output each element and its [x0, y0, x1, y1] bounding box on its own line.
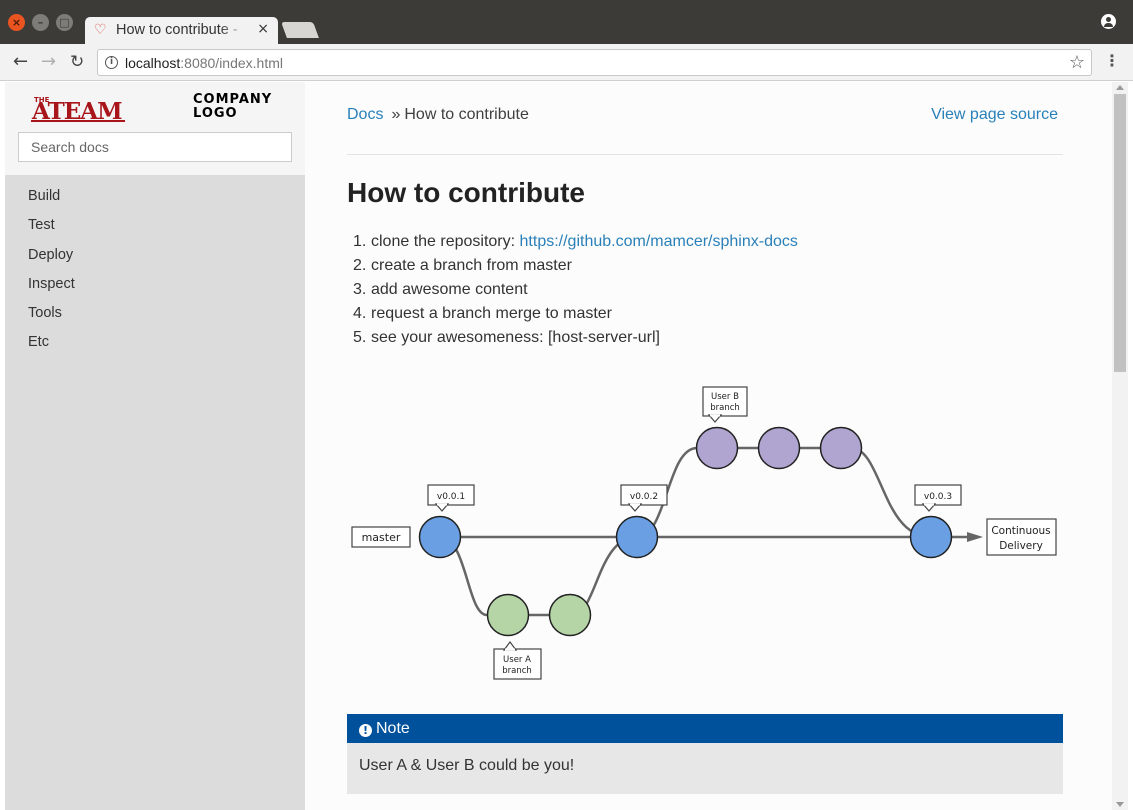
window-close-button[interactable]: ×: [8, 14, 25, 31]
scrollbar-thumb[interactable]: [1114, 94, 1126, 372]
step-number: 5.: [353, 329, 367, 346]
user-a-label-line1: User A: [503, 655, 531, 665]
user-b-commit: [819, 426, 863, 470]
reload-icon[interactable]: ↻: [70, 51, 84, 73]
browser-tab[interactable]: ♡ How to contribute - ×: [85, 17, 278, 44]
step-text: see your awesomeness: [host-server-url]: [371, 329, 660, 346]
note-body: User A & User B could be you!: [359, 757, 575, 774]
exclamation-circle-icon: !: [359, 724, 372, 737]
breadcrumb-docs-link[interactable]: Docs: [347, 106, 383, 123]
vertical-scrollbar[interactable]: [1112, 82, 1128, 810]
url-host: localhost: [125, 55, 181, 71]
tag-label: v0.0.1: [437, 492, 465, 502]
commits: [418, 426, 953, 637]
note-header: ! Note: [347, 714, 1063, 743]
master-commit-v001: [418, 515, 462, 559]
new-tab-button[interactable]: [281, 22, 319, 38]
address-bar[interactable]: i localhost:8080/index.html ☆: [97, 49, 1092, 76]
user-a-commit: [548, 593, 592, 637]
step-number: 1.: [353, 233, 367, 250]
step-text: add awesome content: [371, 281, 528, 298]
step-number: 2.: [353, 257, 367, 274]
list-item: 2. create a branch from master: [353, 256, 798, 280]
browser-toolbar: ← → ↻ i localhost:8080/index.html ☆ ⋮: [0, 44, 1133, 81]
breadcrumb-current: How to contribute: [404, 106, 529, 123]
list-item: 1. clone the repository: https://github.c…: [353, 232, 798, 256]
git-flow-diagram: master v0.0.1 v0.0.2 v0.0.3 User B branc…: [351, 386, 1057, 680]
window-titlebar: × – □ ♡ How to contribute - ×: [0, 0, 1133, 44]
tag-label: v0.0.3: [924, 492, 952, 502]
profile-icon[interactable]: [1101, 14, 1116, 29]
url-text[interactable]: localhost:8080/index.html: [125, 55, 283, 71]
note-title: Note: [376, 720, 410, 737]
page-viewport: THE ATEAM COMPANY LOGO Build Test Deploy…: [0, 82, 1133, 810]
window-minimize-button[interactable]: –: [32, 14, 49, 31]
sidebar-item-etc[interactable]: Etc: [5, 332, 305, 361]
tag-v003: v0.0.3: [914, 484, 962, 512]
kebab-menu-icon[interactable]: ⋮: [1104, 51, 1120, 70]
branch-lines: [439, 446, 983, 617]
user-b-commit: [695, 426, 739, 470]
step-number: 4.: [353, 305, 367, 322]
logo-brand: ATEAM: [31, 98, 122, 122]
back-arrow-icon[interactable]: ←: [13, 51, 28, 73]
master-label: master: [362, 531, 401, 544]
user-b-commit: [757, 426, 801, 470]
divider: [347, 154, 1063, 155]
target-label-line2: Delivery: [999, 540, 1043, 552]
sidebar: THE ATEAM COMPANY LOGO Build Test Deploy…: [5, 82, 305, 810]
scroll-down-arrow-icon[interactable]: [1116, 802, 1124, 807]
breadcrumb-separator: »: [391, 106, 401, 123]
list-item: 3. add awesome content: [353, 280, 798, 304]
target-label-line1: Continuous: [991, 525, 1050, 537]
sidebar-item-inspect[interactable]: Inspect: [5, 274, 305, 303]
user-b-label-line1: User B: [711, 392, 739, 402]
steps-list: 1. clone the repository: https://github.c…: [353, 232, 798, 352]
user-a-label-box: User A branch: [493, 641, 542, 680]
list-item: 4. request a branch merge to master: [353, 304, 798, 328]
scroll-up-arrow-icon[interactable]: [1116, 85, 1124, 90]
master-commit-v002: [615, 515, 659, 559]
sidebar-item-test[interactable]: Test: [5, 215, 305, 244]
bookmark-star-icon[interactable]: ☆: [1069, 52, 1085, 73]
sidebar-header: THE ATEAM COMPANY LOGO: [5, 82, 305, 175]
search-input[interactable]: [18, 132, 292, 162]
step-number: 3.: [353, 281, 367, 298]
heart-icon: ♡: [94, 22, 107, 38]
step-text: clone the repository:: [371, 233, 520, 250]
master-commit-v003: [909, 515, 953, 559]
ateam-logo[interactable]: THE ATEAM: [31, 94, 125, 122]
url-path: :8080/index.html: [180, 55, 283, 71]
user-b-label-box: User B branch: [702, 386, 748, 423]
user-a-label-line2: branch: [502, 666, 532, 676]
sidebar-item-tools[interactable]: Tools: [5, 303, 305, 332]
view-source-link[interactable]: View page source: [931, 106, 1058, 124]
repo-link[interactable]: https://github.com/mamcer/sphinx-docs: [520, 233, 798, 250]
step-text: create a branch from master: [371, 257, 572, 274]
sidebar-nav: Build Test Deploy Inspect Tools Etc: [5, 186, 305, 362]
tab-title: How to contribute -: [116, 22, 238, 38]
page-title: How to contribute: [347, 177, 585, 208]
step-text: request a branch merge to master: [371, 305, 613, 322]
sidebar-item-deploy[interactable]: Deploy: [5, 245, 305, 274]
list-item: 5. see your awesomeness: [host-server-url…: [353, 328, 798, 352]
user-a-commit: [486, 593, 530, 637]
company-logo-text: COMPANY LOGO: [193, 92, 273, 121]
user-b-label-line2: branch: [710, 403, 740, 413]
window-right-edge: [1128, 82, 1133, 810]
note-admonition: ! Note User A & User B could be you!: [347, 714, 1063, 794]
info-icon[interactable]: i: [105, 56, 118, 69]
window-maximize-button[interactable]: □: [56, 14, 73, 31]
tab-close-icon[interactable]: ×: [257, 21, 269, 37]
tag-label: v0.0.2: [630, 492, 658, 502]
tag-v001: v0.0.1: [427, 484, 475, 512]
breadcrumb: Docs » How to contribute View page source: [347, 106, 1063, 124]
sidebar-item-build[interactable]: Build: [5, 186, 305, 215]
tag-v002: v0.0.2: [620, 484, 668, 512]
forward-arrow-icon[interactable]: →: [41, 51, 56, 73]
